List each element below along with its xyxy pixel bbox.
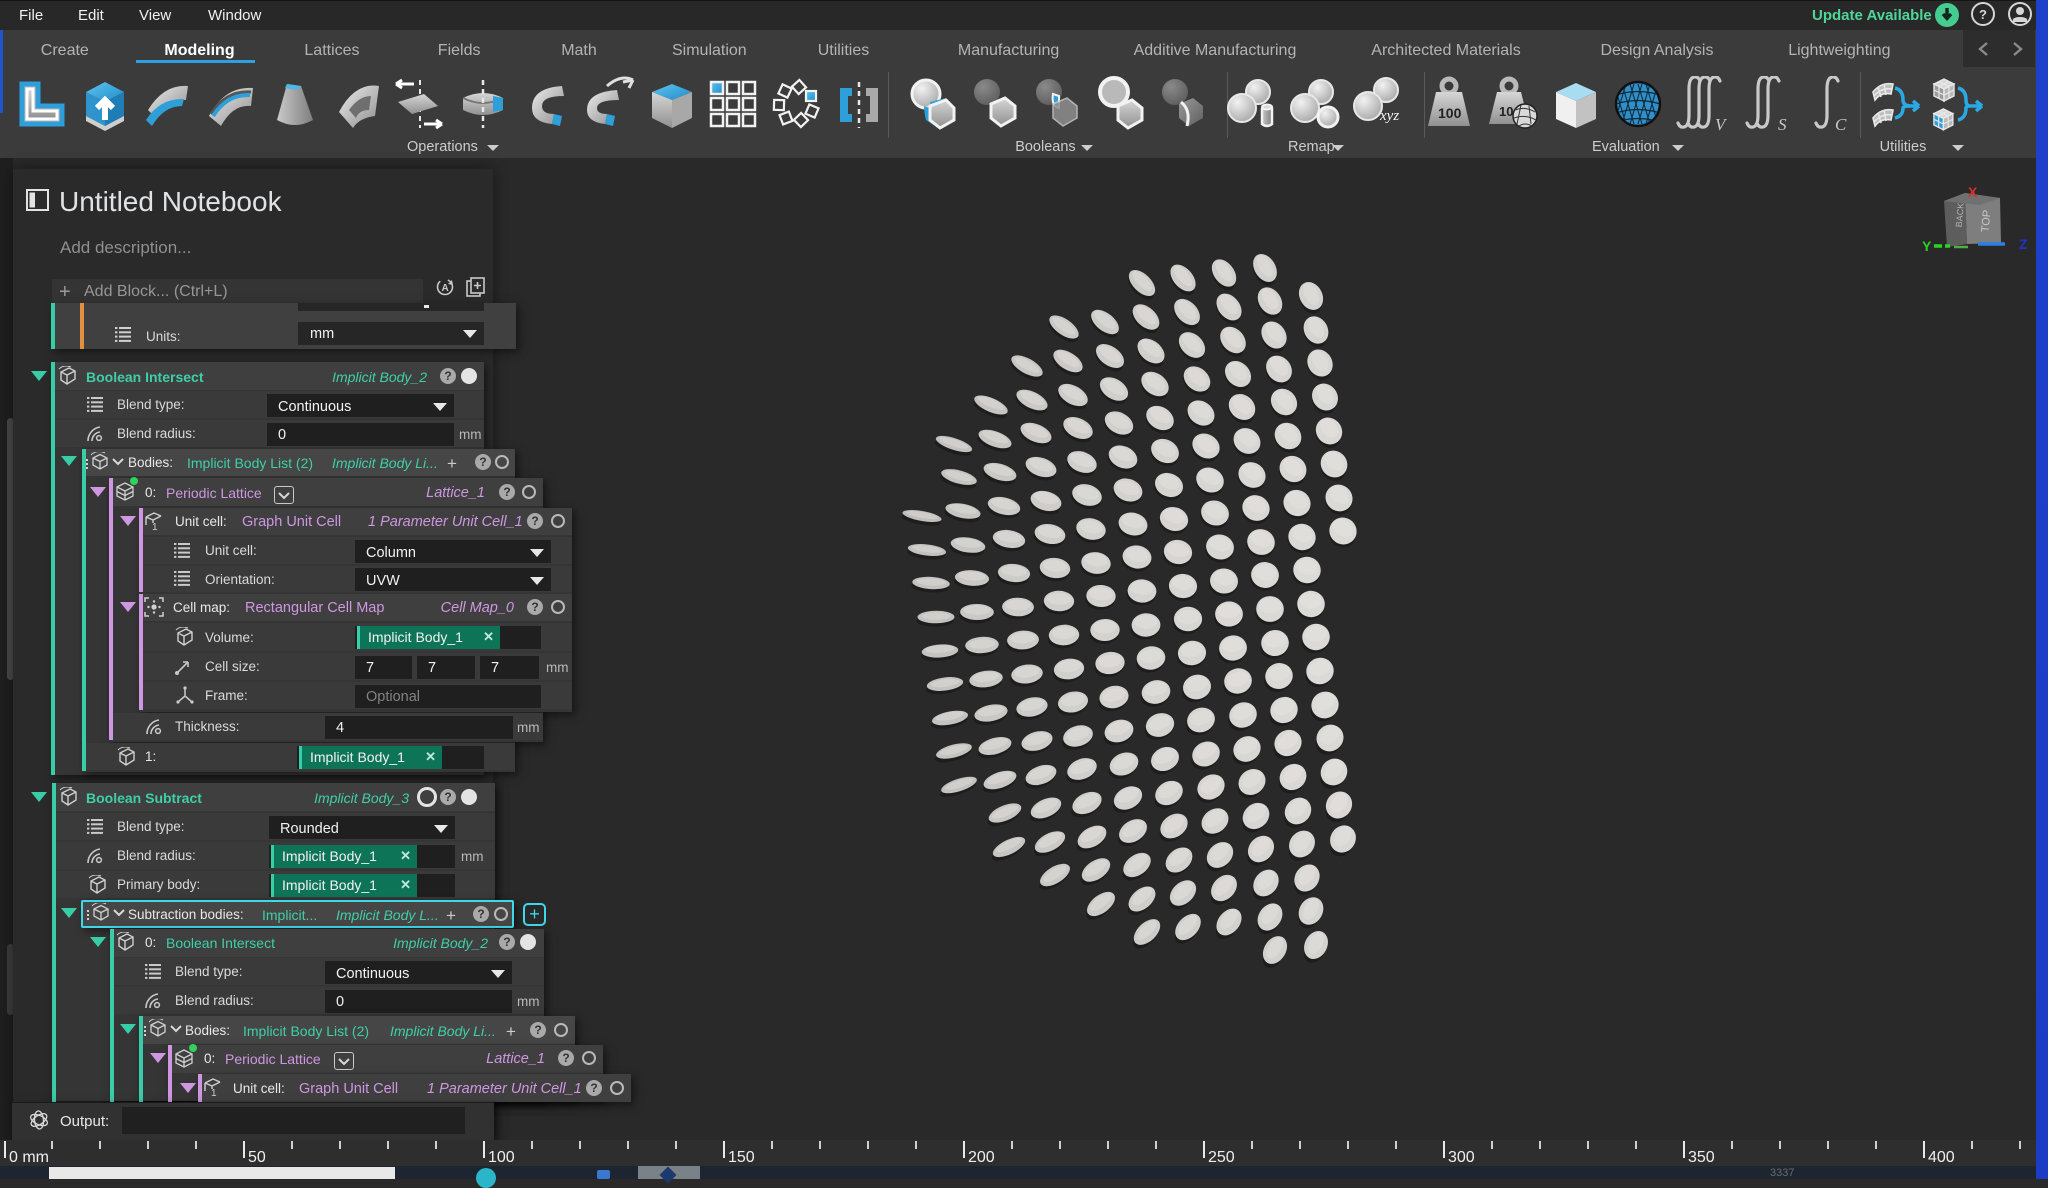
svg-text:TOP: TOP (1980, 209, 1994, 232)
svg-text:1: 1 (211, 1088, 217, 1098)
svg-text:A: A (442, 283, 449, 294)
svg-text:C: C (1835, 115, 1847, 132)
svg-text:100: 100 (1438, 105, 1462, 121)
svg-text:1: 1 (152, 522, 158, 532)
svg-text:Y: Y (1922, 238, 1932, 254)
svg-text:X: X (1968, 185, 1978, 200)
svg-text:Z: Z (2019, 236, 2028, 252)
svg-text:V: V (1715, 115, 1728, 132)
svg-text:BACK: BACK (1954, 202, 1966, 227)
svg-text:10: 10 (1499, 104, 1513, 119)
svg-text:S: S (1778, 115, 1787, 132)
svg-text:xyz: xyz (1379, 108, 1399, 124)
